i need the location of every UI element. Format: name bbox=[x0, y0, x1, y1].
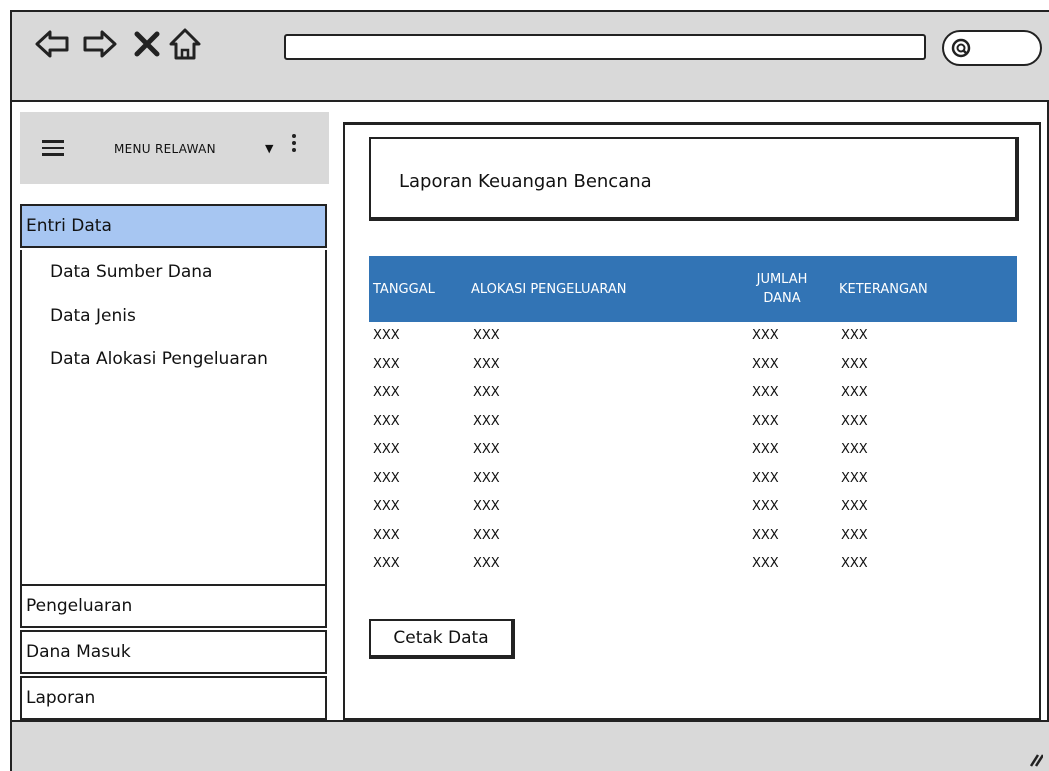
table-cell: XXX bbox=[752, 356, 779, 372]
page-title-box: Laporan Keuangan Bencana bbox=[369, 137, 1019, 221]
chevron-down-icon[interactable]: ▼ bbox=[265, 142, 273, 155]
table-cell: XXX bbox=[373, 470, 400, 486]
table-cell: XXX bbox=[841, 385, 868, 400]
table-cell: XXX bbox=[752, 328, 779, 343]
sidebar-header: MENU RELAWAN ▼ bbox=[20, 112, 329, 184]
table-cell: XXX bbox=[841, 356, 868, 372]
table-cell: XXX bbox=[373, 356, 400, 372]
forward-arrow-icon[interactable] bbox=[82, 26, 118, 62]
table-cell: XXX bbox=[752, 442, 779, 457]
table-cell: XXX bbox=[752, 527, 779, 543]
table-cell: XXX bbox=[373, 385, 400, 400]
table-row: XXX XXX XXX XXX bbox=[369, 322, 1017, 351]
table-header: TANGGAL ALOKASI PENGELUARAN JUMLAH DANA … bbox=[369, 256, 1017, 322]
status-bar bbox=[12, 720, 1049, 771]
column-header-keterangan: KETERANGAN bbox=[839, 281, 928, 297]
table-cell: XXX bbox=[841, 556, 868, 571]
table-cell: XXX bbox=[473, 556, 500, 571]
column-header-tanggal: TANGGAL bbox=[373, 281, 435, 297]
page-title: Laporan Keuangan Bencana bbox=[399, 171, 652, 192]
entri-data-submenu: Data Sumber Dana Data Jenis Data Alokasi… bbox=[20, 250, 327, 584]
close-icon[interactable] bbox=[129, 26, 165, 62]
more-options-icon[interactable] bbox=[292, 134, 298, 155]
table-row: XXX XXX XXX XXX bbox=[369, 493, 1017, 522]
table-cell: XXX bbox=[841, 413, 868, 429]
url-input[interactable] bbox=[284, 34, 926, 60]
table-cell: XXX bbox=[473, 527, 500, 543]
column-header-alokasi-pengeluaran: ALOKASI PENGELUARAN bbox=[471, 281, 627, 297]
column-header-jumlah-dana: JUMLAH DANA bbox=[756, 272, 808, 306]
report-table: TANGGAL ALOKASI PENGELUARAN JUMLAH DANA … bbox=[369, 256, 1017, 579]
table-cell: XXX bbox=[473, 413, 500, 429]
table-row: XXX XXX XXX XXX bbox=[369, 436, 1017, 465]
table-cell: XXX bbox=[473, 356, 500, 372]
table-cell: XXX bbox=[473, 442, 500, 457]
table-cell: XXX bbox=[373, 499, 400, 514]
table-cell: XXX bbox=[841, 442, 868, 457]
table-cell: XXX bbox=[752, 470, 779, 486]
table-cell: XXX bbox=[373, 328, 400, 343]
table-cell: XXX bbox=[473, 385, 500, 400]
table-cell: XXX bbox=[473, 499, 500, 514]
table-cell: XXX bbox=[373, 442, 400, 457]
table-row: XXX XXX XXX XXX bbox=[369, 351, 1017, 380]
table-cell: XXX bbox=[752, 413, 779, 429]
table-cell: XXX bbox=[841, 470, 868, 486]
table-cell: XXX bbox=[841, 499, 868, 514]
home-icon[interactable] bbox=[167, 26, 203, 62]
print-data-button[interactable]: Cetak Data bbox=[369, 619, 515, 659]
browser-toolbar bbox=[12, 12, 1049, 102]
main-content: Laporan Keuangan Bencana TANGGAL ALOKASI… bbox=[343, 122, 1041, 720]
sidebar-subitem-data-sumber-dana[interactable]: Data Sumber Dana bbox=[50, 262, 212, 282]
sidebar-subitem-data-jenis[interactable]: Data Jenis bbox=[50, 306, 136, 326]
sidebar-item-pengeluaran[interactable]: Pengeluaran bbox=[20, 584, 327, 628]
resize-grip-icon[interactable] bbox=[1027, 751, 1043, 767]
table-cell: XXX bbox=[752, 385, 779, 400]
table-cell: XXX bbox=[841, 527, 868, 543]
sidebar-subitem-data-alokasi-pengeluaran[interactable]: Data Alokasi Pengeluaran bbox=[50, 349, 268, 369]
sidebar-item-entri-data[interactable]: Entri Data bbox=[20, 204, 327, 248]
sidebar-item-laporan[interactable]: Laporan bbox=[20, 676, 327, 720]
sidebar-item-dana-masuk[interactable]: Dana Masuk bbox=[20, 630, 327, 674]
hamburger-menu-icon[interactable] bbox=[42, 140, 64, 156]
browser-window: MENU RELAWAN ▼ Entri Data Data Sumber Da… bbox=[10, 10, 1049, 771]
table-row: XXX XXX XXX XXX bbox=[369, 550, 1017, 579]
table-body: XXX XXX XXX XXX XXX XXX XXX XXX XXX XXX XXX XXX XXX X… bbox=[369, 322, 1017, 579]
back-arrow-icon[interactable] bbox=[34, 26, 70, 62]
table-cell: XXX bbox=[373, 413, 400, 429]
table-row: XXX XXX XXX XXX bbox=[369, 408, 1017, 437]
table-cell: XXX bbox=[841, 328, 868, 343]
table-cell: XXX bbox=[752, 499, 779, 514]
table-cell: XXX bbox=[373, 527, 400, 543]
table-row: XXX XXX XXX XXX bbox=[369, 522, 1017, 551]
table-row: XXX XXX XXX XXX bbox=[369, 379, 1017, 408]
table-cell: XXX bbox=[373, 556, 400, 571]
table-row: XXX XXX XXX XXX bbox=[369, 465, 1017, 494]
menu-title: MENU RELAWAN bbox=[114, 142, 216, 156]
table-cell: XXX bbox=[473, 328, 500, 343]
search-icon bbox=[951, 38, 971, 58]
search-box[interactable] bbox=[942, 30, 1042, 66]
table-cell: XXX bbox=[752, 556, 779, 571]
table-cell: XXX bbox=[473, 470, 500, 486]
